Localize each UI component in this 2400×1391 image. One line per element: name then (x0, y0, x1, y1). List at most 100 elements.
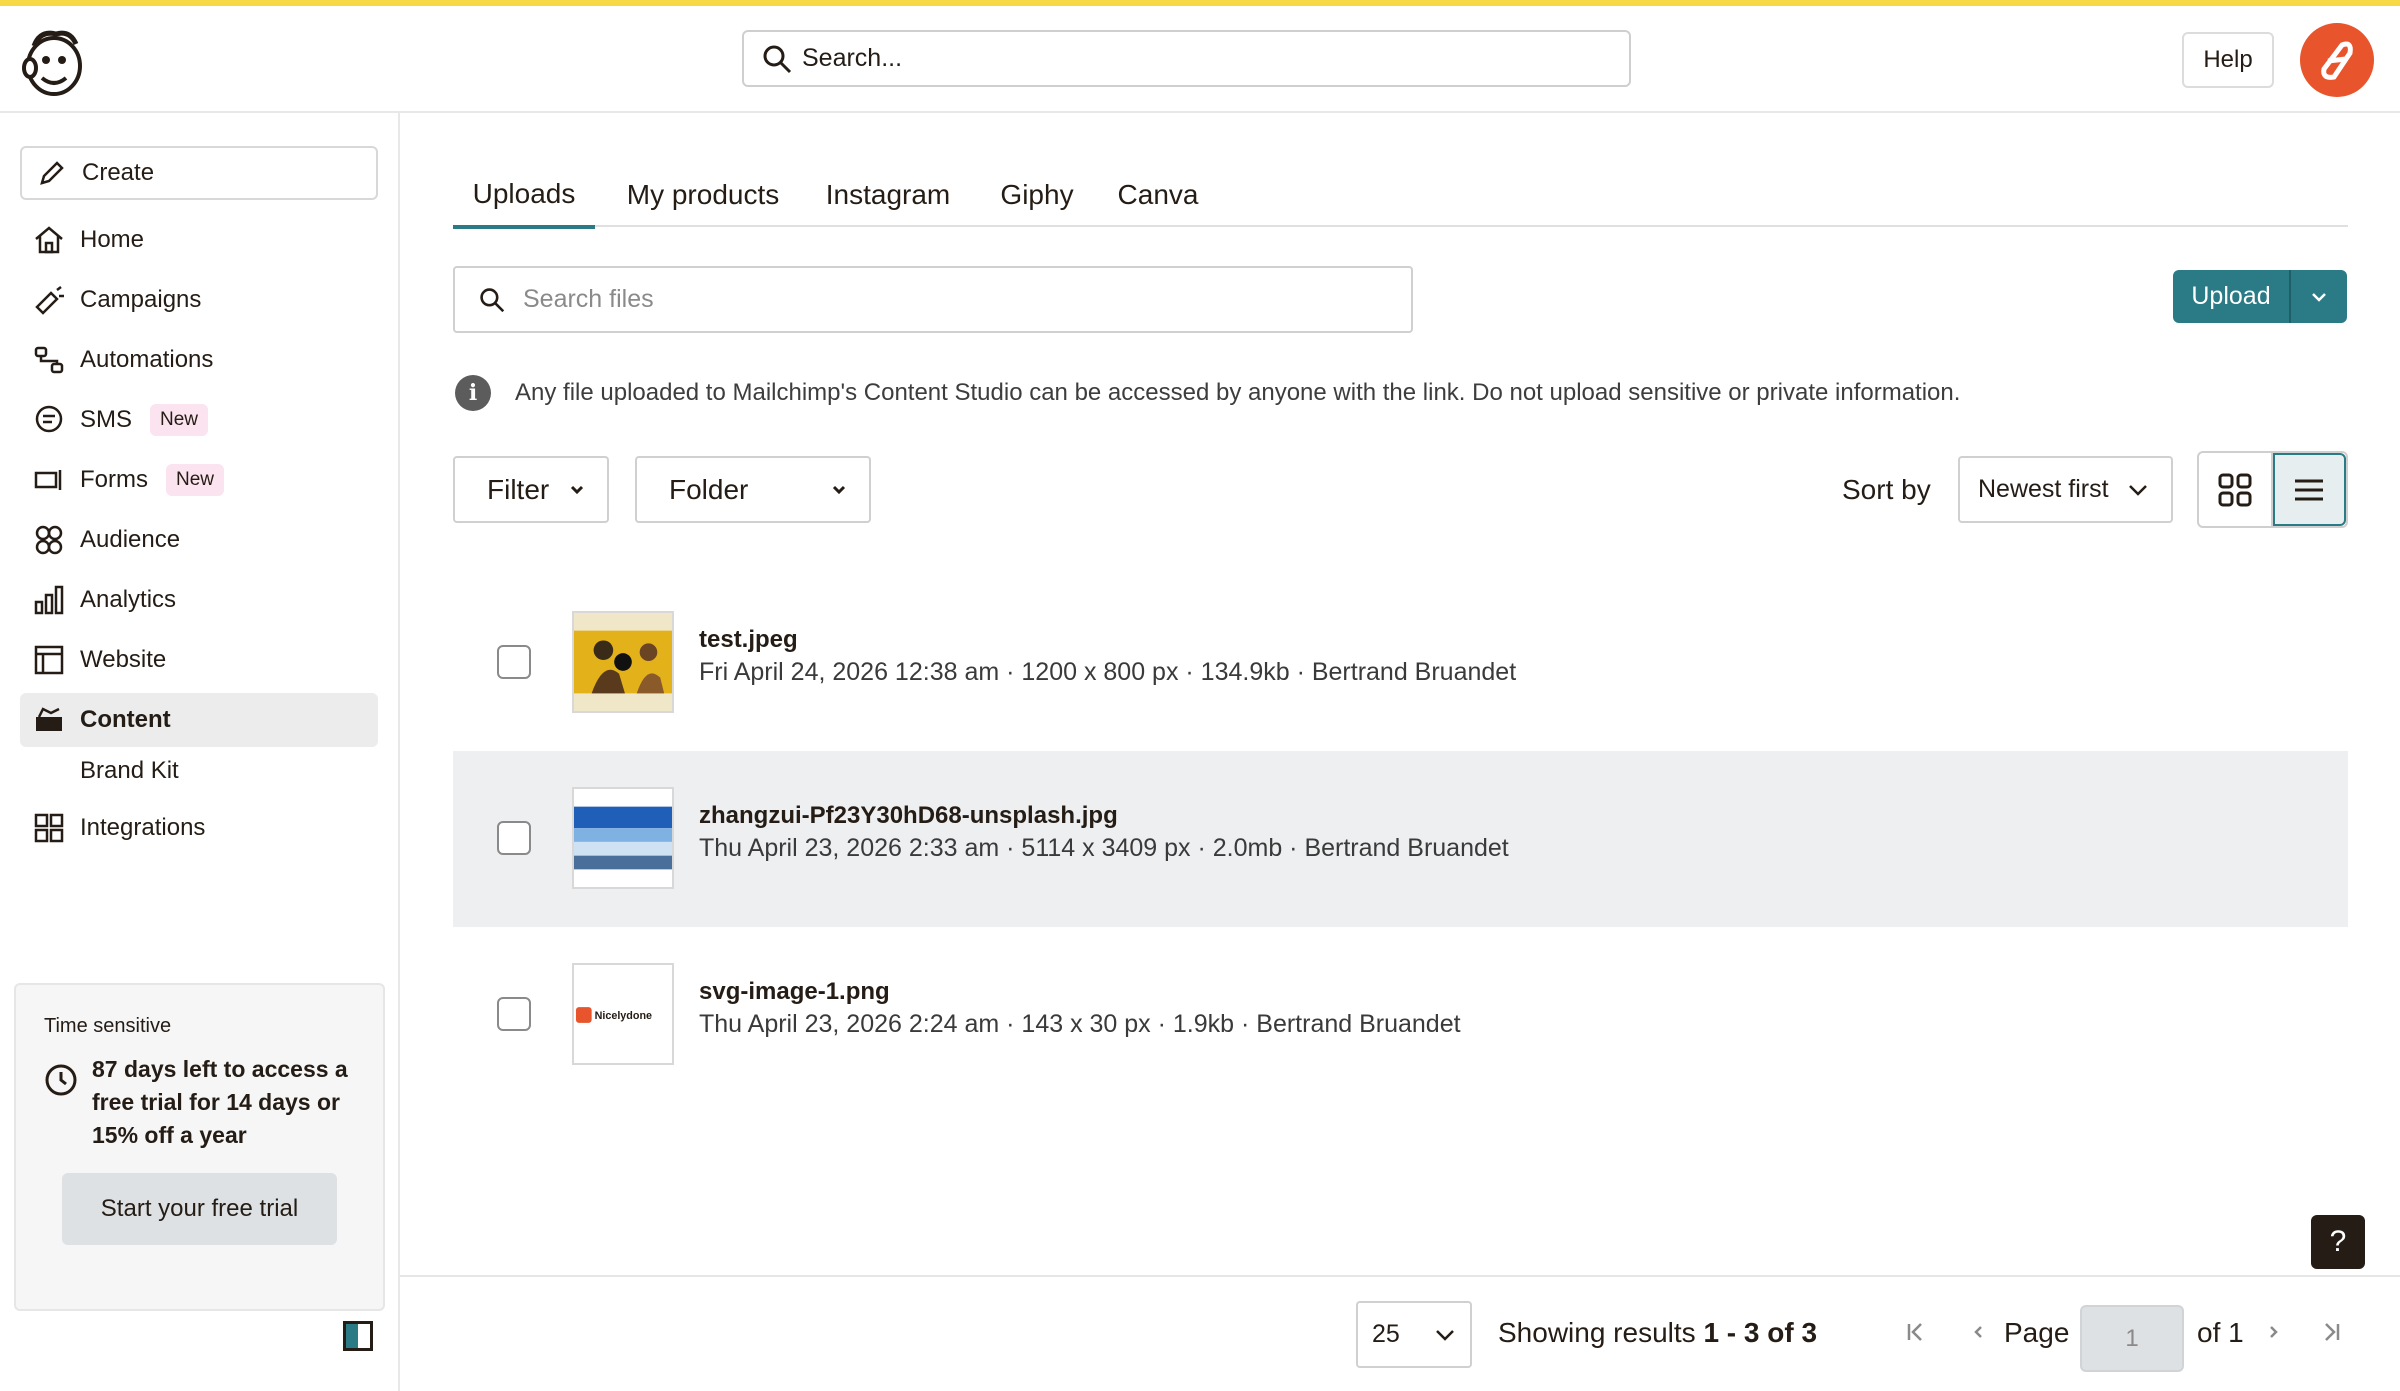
content-icon (32, 703, 66, 737)
trial-title: Time sensitive (44, 1015, 172, 1037)
results-prefix: Showing results (1498, 1317, 1704, 1348)
content-tabs: Uploads My products Instagram Giphy Canv… (453, 163, 2348, 229)
file-search[interactable] (453, 266, 1413, 333)
file-thumbnail[interactable] (572, 611, 674, 713)
search-icon (480, 287, 505, 312)
page-label: Page (2004, 1317, 2070, 1348)
notice-text: Any file uploaded to Mailchimp's Content… (515, 379, 1961, 406)
sidebar: Create Home Campaigns Automations SMS Ne… (0, 113, 400, 1391)
sidebar-item-forms[interactable]: Forms New (20, 453, 378, 507)
forms-icon (32, 463, 66, 497)
sidebar-item-brand-kit[interactable]: Brand Kit (80, 757, 179, 785)
chevron-down-icon (2129, 484, 2147, 496)
file-name[interactable]: test.jpeg (699, 626, 798, 654)
file-meta: Fri April 24, 2026 12:38 am · 1200 x 800… (699, 658, 1517, 686)
global-search-input[interactable] (802, 44, 1602, 73)
next-page-icon[interactable] (2266, 1321, 2282, 1349)
file-thumbnail[interactable] (572, 787, 674, 889)
sidebar-item-campaigns[interactable]: Campaigns (20, 273, 378, 327)
sidebar-item-integrations[interactable]: Integrations (20, 801, 378, 855)
sidebar-item-sms[interactable]: SMS New (20, 393, 378, 447)
tab-instagram[interactable]: Instagram (813, 163, 963, 227)
file-thumbnail[interactable]: Nicelydone (572, 963, 674, 1065)
sidebar-item-label: Website (80, 646, 167, 673)
sms-icon (32, 403, 66, 437)
website-icon (32, 643, 66, 677)
file-checkbox[interactable] (497, 821, 531, 855)
sidebar-item-label: Campaigns (80, 286, 202, 313)
per-page-dropdown[interactable]: 25 (1356, 1301, 1472, 1368)
last-page-icon[interactable] (2320, 1321, 2342, 1349)
file-row[interactable]: zhangzui-Pf23Y30hD68-unsplash.jpg Thu Ap… (453, 751, 2348, 927)
file-row[interactable]: Nicelydone svg-image-1.png Thu April 23,… (453, 927, 2348, 1103)
privacy-notice: i Any file uploaded to Mailchimp's Conte… (455, 375, 1960, 411)
file-meta: Thu April 23, 2026 2:24 am · 143 x 30 px… (699, 1010, 1461, 1038)
results-summary: Showing results 1 - 3 of 3 (1498, 1317, 1817, 1349)
sidebar-item-content[interactable]: Content (20, 693, 378, 747)
file-search-input[interactable] (523, 285, 1383, 314)
new-badge: New (166, 464, 225, 496)
per-page-value: 25 (1372, 1320, 1400, 1348)
upload-button-group: Upload (2173, 270, 2347, 323)
create-button[interactable]: Create (20, 146, 378, 200)
global-search[interactable] (742, 30, 1631, 87)
sort-value: Newest first (1978, 475, 2109, 503)
sidebar-item-automations[interactable]: Automations (20, 333, 378, 387)
create-label: Create (82, 159, 155, 186)
file-row[interactable]: test.jpeg Fri April 24, 2026 12:38 am · … (453, 575, 2348, 751)
results-range: 1 - 3 of 3 (1703, 1317, 1818, 1348)
sidebar-item-label: Analytics (80, 586, 177, 613)
header: Help (0, 6, 2400, 113)
filter-dropdown[interactable]: Filter (453, 456, 609, 523)
sidebar-item-label: Audience (80, 526, 181, 553)
tab-giphy[interactable]: Giphy (990, 163, 1084, 227)
upload-button[interactable]: Upload (2173, 270, 2291, 323)
avatar[interactable] (2300, 23, 2374, 97)
view-toggle (2197, 451, 2348, 528)
page-total: of 1 (2197, 1317, 2244, 1348)
search-icon (763, 45, 792, 73)
sort-dropdown[interactable]: Newest first (1958, 456, 2173, 523)
start-free-trial-button[interactable]: Start your free trial (62, 1173, 337, 1245)
sidebar-collapse-icon[interactable] (343, 1321, 373, 1351)
audience-icon (32, 523, 66, 557)
list-view-icon[interactable] (2272, 453, 2346, 526)
chevron-down-icon (570, 485, 584, 494)
tab-canva[interactable]: Canva (1112, 163, 1204, 227)
home-icon (32, 223, 66, 257)
filter-label: Filter (487, 473, 550, 505)
file-meta: Thu April 23, 2026 2:33 am · 5114 x 3409… (699, 834, 1509, 862)
new-badge: New (150, 404, 209, 436)
sidebar-item-analytics[interactable]: Analytics (20, 573, 378, 627)
clock-icon (44, 1063, 78, 1102)
thumbnail-logo-text: Nicelydone (595, 1010, 652, 1022)
sidebar-item-label: Forms (80, 466, 148, 493)
first-page-icon[interactable] (1905, 1321, 1927, 1349)
file-checkbox[interactable] (497, 997, 531, 1031)
sidebar-item-home[interactable]: Home (20, 213, 378, 267)
sidebar-item-label: Home (80, 226, 145, 253)
grid-view-icon[interactable] (2199, 453, 2273, 526)
previous-page-icon[interactable] (1970, 1321, 1986, 1349)
tab-my-products[interactable]: My products (621, 163, 785, 227)
trial-text: 87 days left to access a free trial for … (92, 1056, 348, 1148)
sidebar-item-label: Content (80, 706, 171, 733)
sidebar-item-website[interactable]: Website (20, 633, 378, 687)
file-name[interactable]: zhangzui-Pf23Y30hD68-unsplash.jpg (699, 802, 1118, 830)
help-chat-button[interactable]: ? (2311, 1215, 2365, 1269)
pagination-footer: 25 Showing results 1 - 3 of 3 Page of 1 (400, 1275, 2400, 1391)
page-number-input[interactable] (2080, 1305, 2184, 1372)
analytics-icon (32, 583, 66, 617)
folder-label: Folder (669, 473, 749, 505)
help-button[interactable]: Help (2182, 32, 2274, 88)
integrations-icon (32, 811, 66, 845)
folder-dropdown[interactable]: Folder (635, 456, 871, 523)
tab-uploads[interactable]: Uploads (453, 163, 595, 229)
chevron-down-icon (832, 485, 846, 494)
upload-options-button[interactable] (2291, 270, 2347, 323)
file-checkbox[interactable] (497, 645, 531, 679)
sidebar-item-label: SMS (80, 406, 133, 433)
sidebar-item-audience[interactable]: Audience (20, 513, 378, 567)
file-name[interactable]: svg-image-1.png (699, 978, 890, 1006)
mailchimp-logo-icon[interactable] (20, 26, 88, 98)
